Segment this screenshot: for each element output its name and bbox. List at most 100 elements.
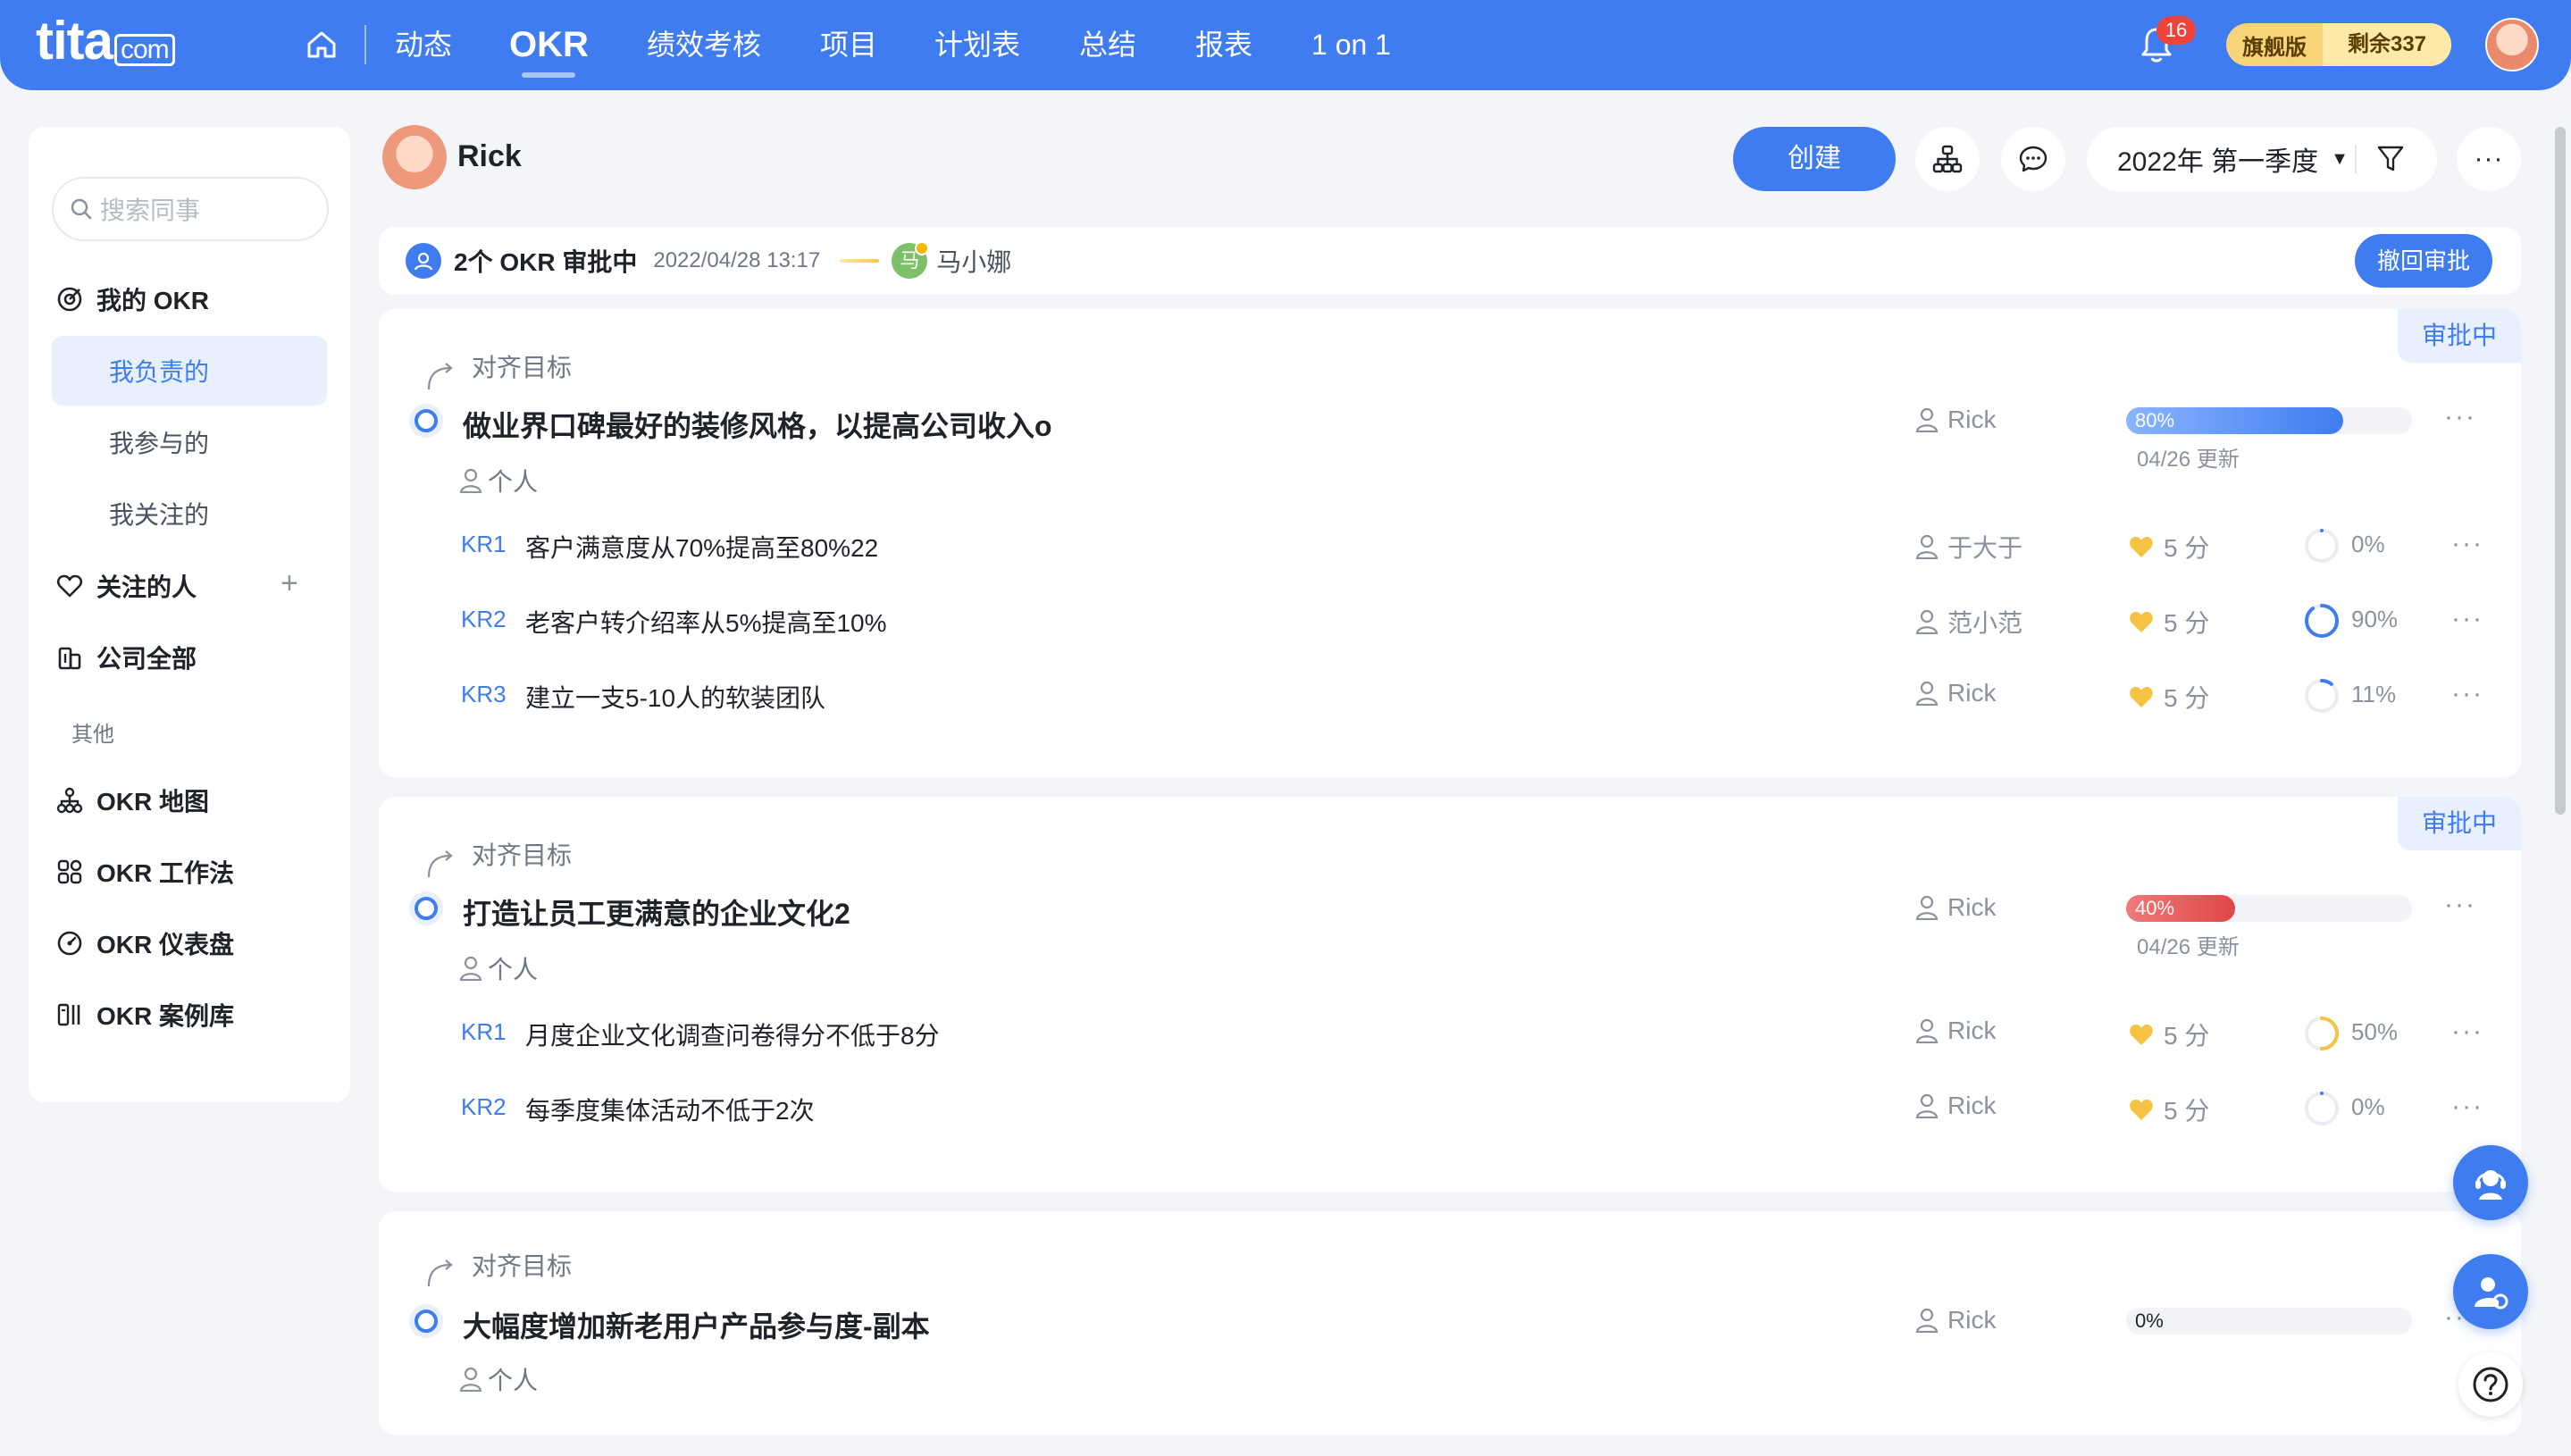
sidebar-item-followed[interactable]: 我关注的 [52, 479, 327, 548]
objective-progress-bar[interactable]: 40% [2126, 895, 2412, 922]
kr-confidence-score[interactable]: 5 分 [2128, 529, 2209, 565]
objective-owner[interactable]: Rick [1915, 1306, 1996, 1335]
person-icon [1915, 1308, 1939, 1333]
grid-method-icon [57, 859, 82, 884]
kr-owner[interactable]: 于大于 [1915, 529, 2022, 565]
kr-confidence-score[interactable]: 5 分 [2128, 1017, 2209, 1052]
sidebar-item-okr-method[interactable]: OKR 工作法 [55, 838, 323, 906]
kr-more-icon[interactable]: ··· [2451, 604, 2483, 634]
kr-title[interactable]: 月度企业文化调查问卷得分不低于8分 [525, 1017, 940, 1052]
edition-name: 旗舰版 [2242, 35, 2307, 60]
heart-icon [2130, 612, 2153, 632]
edition-badge[interactable]: 旗舰版 剩余337天 [2226, 23, 2451, 66]
nav-item-one-on-one[interactable]: 1 on 1 [1311, 0, 1391, 90]
kr-progress-percent: 11% [2351, 681, 2397, 707]
heart-icon [2130, 687, 2153, 707]
withdraw-approval-button[interactable]: 撤回审批 [2355, 234, 2492, 288]
org-map-icon [56, 787, 83, 814]
kr-title[interactable]: 建立一支5-10人的软装团队 [525, 679, 825, 715]
caret-down-icon: ▼ [2331, 148, 2349, 169]
home-icon[interactable] [304, 27, 339, 63]
tita-logo[interactable]: tita com [36, 11, 175, 71]
kr-title[interactable]: 每季度集体活动不低于2次 [525, 1092, 815, 1127]
target-icon [57, 287, 82, 312]
kr-more-icon[interactable]: ··· [2451, 529, 2483, 559]
sidebar: 搜索同事 我的 OKR 我负责的 我参与的 我关注的 关注的人 + 公司全部 其… [29, 127, 350, 1102]
help-button[interactable] [2458, 1352, 2523, 1417]
kr-progress-percent: 90% [2351, 606, 2399, 632]
objective-card: 对齐目标 大幅度增加新老用户产品参与度-副本 Rick 0% ··· 个人 [379, 1211, 2521, 1435]
nav-item-performance[interactable]: 绩效考核 [647, 0, 761, 90]
kr-title[interactable]: 客户满意度从70%提高至80%22 [525, 529, 878, 565]
org-chart-button[interactable] [1915, 127, 1980, 191]
colleague-search-input[interactable]: 搜索同事 [52, 177, 329, 241]
kr-confidence-score[interactable]: 5 分 [2128, 1092, 2209, 1127]
objective-progress-bar[interactable]: 80% [2126, 407, 2412, 434]
align-target-label[interactable]: 对齐目标 [472, 836, 572, 872]
sidebar-item-okr-map[interactable]: OKR 地图 [55, 766, 323, 834]
kr-code: KR1 [461, 531, 507, 557]
kr-more-icon[interactable]: ··· [2451, 1092, 2483, 1122]
nav-item-dynamics[interactable]: 动态 [395, 0, 452, 90]
kr-owner[interactable]: Rick [1915, 1017, 1996, 1045]
approver-avatar[interactable]: 马 [892, 241, 930, 279]
sidebar-item-participated[interactable]: 我参与的 [52, 407, 327, 477]
objective-more-icon[interactable]: ··· [2444, 402, 2476, 432]
sidebar-item-label: OKR 工作法 [96, 859, 235, 887]
align-target-label[interactable]: 对齐目标 [472, 348, 572, 384]
chat-bubble-icon [2019, 146, 2048, 172]
objective-progress-bar[interactable]: 0% [2126, 1308, 2412, 1335]
nav-item-okr[interactable]: OKR [509, 0, 589, 90]
sidebar-item-okr-cases[interactable]: OKR 案例库 [55, 981, 323, 1049]
person-icon [1915, 609, 1939, 634]
heart-icon [56, 574, 83, 598]
top-nav-bar: tita com 动态 OKR 绩效考核 项目 计划表 总结 报表 1 on 1 … [0, 0, 2571, 90]
person-icon [1915, 895, 1939, 920]
sidebar-item-company-all[interactable]: 公司全部 [55, 623, 323, 691]
kr-more-icon[interactable]: ··· [2451, 679, 2483, 709]
nav-item-reports[interactable]: 报表 [1195, 0, 1252, 90]
objective-title[interactable]: 大幅度增加新老用户产品参与度-副本 [463, 1304, 930, 1345]
period-selector[interactable]: 2022年 第一季度 ▼ [2087, 127, 2437, 191]
filter-icon[interactable] [2374, 143, 2407, 175]
align-target-label[interactable]: 对齐目标 [472, 1247, 572, 1283]
sidebar-item-okr-dashboard[interactable]: OKR 仪表盘 [55, 909, 323, 977]
kr-title[interactable]: 老客户转介绍率从5%提高至10% [525, 604, 887, 640]
objective-owner[interactable]: Rick [1915, 406, 1996, 434]
more-options-button[interactable]: ··· [2457, 127, 2521, 191]
org-chart-icon [1932, 145, 1963, 173]
kr-more-icon[interactable]: ··· [2451, 1017, 2483, 1047]
sidebar-item-mine[interactable]: 我负责的 [52, 336, 327, 406]
comment-button[interactable] [2001, 127, 2065, 191]
kr-owner[interactable]: Rick [1915, 679, 1996, 707]
kr-confidence-score[interactable]: 5 分 [2128, 604, 2209, 640]
kr-confidence-score[interactable]: 5 分 [2128, 679, 2209, 715]
kr-owner[interactable]: Rick [1915, 1092, 1996, 1120]
create-button[interactable]: 创建 [1733, 127, 1896, 191]
current-user-avatar[interactable] [2485, 18, 2539, 71]
objective-more-icon[interactable]: ··· [2444, 890, 2476, 920]
nav-item-summary[interactable]: 总结 [1079, 0, 1136, 90]
add-followed-icon[interactable]: + [281, 566, 298, 601]
objective-title[interactable]: 打造让员工更满意的企业文化2 [463, 891, 850, 933]
dashboard-icon [57, 931, 82, 956]
customer-service-button[interactable] [2453, 1145, 2528, 1220]
kr-progress-percent: 0% [2351, 1093, 2385, 1120]
kr-owner[interactable]: 范小范 [1915, 604, 2022, 640]
person-icon [1915, 534, 1939, 559]
objective-title[interactable]: 做业界口碑最好的装修风格，以提高公司收入o [463, 404, 1052, 445]
user-avatar[interactable] [382, 125, 447, 189]
user-settings-icon [2475, 1277, 2508, 1310]
nav-item-plans[interactable]: 计划表 [934, 0, 1020, 90]
objective-status-icon [409, 891, 443, 925]
objective-owner[interactable]: Rick [1915, 893, 1996, 922]
nav-item-projects[interactable]: 项目 [820, 0, 877, 90]
scrollbar[interactable] [2555, 127, 2566, 815]
sidebar-group-other: 其他 [71, 723, 114, 747]
sidebar-item-my-okr[interactable]: 我的 OKR [55, 265, 323, 333]
approval-connector [840, 259, 880, 263]
contact-advisor-button[interactable] [2453, 1254, 2528, 1329]
objective-kind: 个人 [459, 950, 538, 986]
sidebar-item-label: OKR 仪表盘 [96, 931, 235, 958]
building-icon [58, 647, 81, 670]
